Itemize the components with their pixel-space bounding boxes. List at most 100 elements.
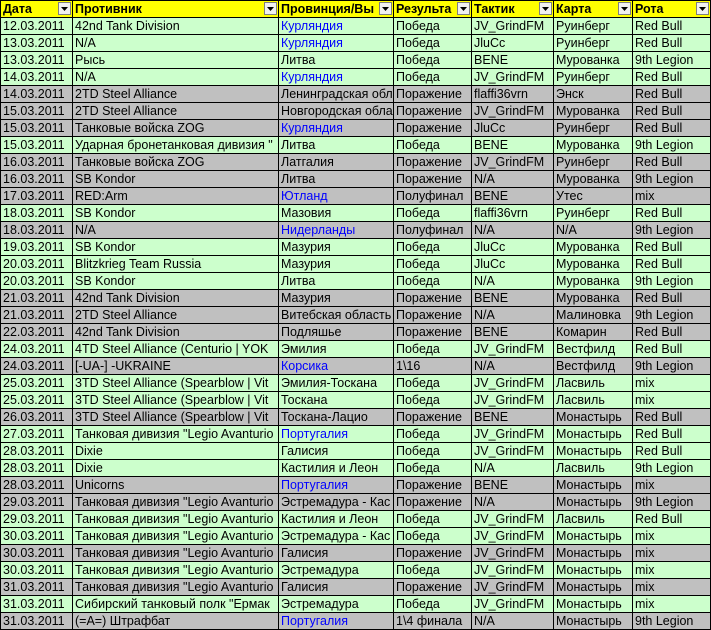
cell-tactic[interactable]: N/A bbox=[471, 357, 554, 375]
cell-date[interactable]: 16.03.2011 bbox=[0, 153, 73, 171]
cell-opponent[interactable]: 42nd Tank Division bbox=[72, 17, 279, 35]
cell-tactic[interactable]: JV_GrindFM bbox=[471, 442, 554, 460]
cell-province[interactable]: Корсика bbox=[278, 357, 394, 375]
cell-result[interactable]: Победа bbox=[393, 425, 472, 443]
cell-result[interactable]: Победа bbox=[393, 527, 472, 545]
cell-province[interactable]: Кастилия и Леон bbox=[278, 459, 394, 477]
cell-province[interactable]: Тоскана bbox=[278, 391, 394, 409]
cell-opponent[interactable]: Dixie bbox=[72, 459, 279, 477]
cell-date[interactable]: 28.03.2011 bbox=[0, 442, 73, 460]
cell-opponent[interactable]: SB Kondor bbox=[72, 204, 279, 222]
filter-dropdown-icon[interactable] bbox=[264, 2, 277, 15]
cell-company[interactable]: 9th Legion bbox=[632, 459, 711, 477]
cell-date[interactable]: 15.03.2011 bbox=[0, 119, 73, 137]
cell-tactic[interactable]: JV_GrindFM bbox=[471, 578, 554, 596]
cell-opponent[interactable]: Ударная бронетанковая дивизия " bbox=[72, 136, 279, 154]
cell-map[interactable]: Мурованка bbox=[553, 272, 633, 290]
cell-tactic[interactable]: JV_GrindFM bbox=[471, 425, 554, 443]
cell-opponent[interactable]: (=A=) Штрафбат bbox=[72, 612, 279, 630]
filter-dropdown-icon[interactable] bbox=[539, 2, 552, 15]
cell-date[interactable]: 19.03.2011 bbox=[0, 238, 73, 256]
cell-tactic[interactable]: BENE bbox=[471, 408, 554, 426]
cell-result[interactable]: Победа bbox=[393, 17, 472, 35]
cell-result[interactable]: Победа bbox=[393, 340, 472, 358]
cell-date[interactable]: 20.03.2011 bbox=[0, 255, 73, 273]
cell-company[interactable]: Red Bull bbox=[632, 85, 711, 103]
cell-tactic[interactable]: JV_GrindFM bbox=[471, 544, 554, 562]
cell-company[interactable]: Red Bull bbox=[632, 408, 711, 426]
cell-map[interactable]: Руинберг bbox=[553, 17, 633, 35]
cell-opponent[interactable]: N/A bbox=[72, 34, 279, 52]
filter-dropdown-icon[interactable] bbox=[457, 2, 470, 15]
cell-result[interactable]: Победа bbox=[393, 561, 472, 579]
cell-map[interactable]: Ласвиль bbox=[553, 374, 633, 392]
cell-map[interactable]: Монастырь bbox=[553, 544, 633, 562]
cell-company[interactable]: mix bbox=[632, 595, 711, 613]
cell-province[interactable]: Новгородская обла bbox=[278, 102, 394, 120]
cell-province[interactable]: Галисия bbox=[278, 442, 394, 460]
cell-tactic[interactable]: N/A bbox=[471, 612, 554, 630]
cell-company[interactable]: Red Bull bbox=[632, 442, 711, 460]
cell-province[interactable]: Эстремадура - Кас bbox=[278, 527, 394, 545]
cell-province[interactable]: Галисия bbox=[278, 578, 394, 596]
cell-map[interactable]: Утес bbox=[553, 187, 633, 205]
cell-company[interactable]: Red Bull bbox=[632, 323, 711, 341]
cell-opponent[interactable]: Танковая дивизия "Legio Avanturio bbox=[72, 544, 279, 562]
cell-map[interactable]: Монастырь bbox=[553, 425, 633, 443]
cell-tactic[interactable]: JV_GrindFM bbox=[471, 527, 554, 545]
cell-company[interactable]: 9th Legion bbox=[632, 51, 711, 69]
cell-map[interactable]: Комарин bbox=[553, 323, 633, 341]
cell-date[interactable]: 20.03.2011 bbox=[0, 272, 73, 290]
cell-map[interactable]: Монастырь bbox=[553, 595, 633, 613]
cell-map[interactable]: Вестфилд bbox=[553, 340, 633, 358]
cell-province[interactable]: Литва bbox=[278, 272, 394, 290]
cell-result[interactable]: Победа bbox=[393, 391, 472, 409]
cell-tactic[interactable]: JV_GrindFM bbox=[471, 391, 554, 409]
cell-date[interactable]: 31.03.2011 bbox=[0, 595, 73, 613]
cell-date[interactable]: 28.03.2011 bbox=[0, 476, 73, 494]
cell-opponent[interactable]: Unicorns bbox=[72, 476, 279, 494]
cell-opponent[interactable]: 3TD Steel Alliance (Spearblow | Vit bbox=[72, 408, 279, 426]
cell-opponent[interactable]: N/A bbox=[72, 68, 279, 86]
cell-company[interactable]: 9th Legion bbox=[632, 170, 711, 188]
cell-date[interactable]: 31.03.2011 bbox=[0, 612, 73, 630]
cell-company[interactable]: 9th Legion bbox=[632, 612, 711, 630]
cell-result[interactable]: Победа bbox=[393, 459, 472, 477]
cell-date[interactable]: 14.03.2011 bbox=[0, 68, 73, 86]
cell-result[interactable]: Поражение bbox=[393, 102, 472, 120]
cell-map[interactable]: Монастырь bbox=[553, 408, 633, 426]
cell-result[interactable]: Поражение bbox=[393, 544, 472, 562]
cell-company[interactable]: mix bbox=[632, 374, 711, 392]
cell-province[interactable]: Португалия bbox=[278, 476, 394, 494]
cell-tactic[interactable]: flaffi36vrn bbox=[471, 85, 554, 103]
cell-map[interactable]: Монастырь bbox=[553, 493, 633, 511]
cell-map[interactable]: Руинберг bbox=[553, 119, 633, 137]
cell-tactic[interactable]: BENE bbox=[471, 289, 554, 307]
cell-province[interactable]: Мазурия bbox=[278, 289, 394, 307]
cell-date[interactable]: 25.03.2011 bbox=[0, 374, 73, 392]
cell-company[interactable]: Red Bull bbox=[632, 238, 711, 256]
cell-tactic[interactable]: JV_GrindFM bbox=[471, 102, 554, 120]
cell-map[interactable]: Энск bbox=[553, 85, 633, 103]
cell-province[interactable]: Мазурия bbox=[278, 238, 394, 256]
filter-dropdown-icon[interactable] bbox=[58, 2, 71, 15]
cell-opponent[interactable]: RED:Arm bbox=[72, 187, 279, 205]
cell-province[interactable]: Курляндия bbox=[278, 68, 394, 86]
cell-date[interactable]: 25.03.2011 bbox=[0, 391, 73, 409]
cell-opponent[interactable]: Танковая дивизия "Legio Avanturio bbox=[72, 527, 279, 545]
cell-province[interactable]: Латгалия bbox=[278, 153, 394, 171]
cell-result[interactable]: Победа bbox=[393, 204, 472, 222]
cell-tactic[interactable]: flaffi36vrn bbox=[471, 204, 554, 222]
column-header-tactic[interactable]: Тактик bbox=[471, 0, 554, 18]
cell-date[interactable]: 21.03.2011 bbox=[0, 306, 73, 324]
cell-map[interactable]: Монастырь bbox=[553, 561, 633, 579]
cell-map[interactable]: Малиновка bbox=[553, 306, 633, 324]
cell-opponent[interactable]: Blitzkrieg Team Russia bbox=[72, 255, 279, 273]
cell-result[interactable]: Полуфинал bbox=[393, 221, 472, 239]
cell-company[interactable]: mix bbox=[632, 391, 711, 409]
cell-result[interactable]: Полуфинал bbox=[393, 187, 472, 205]
cell-result[interactable]: 1\4 финала bbox=[393, 612, 472, 630]
filter-dropdown-icon[interactable] bbox=[379, 2, 392, 15]
cell-result[interactable]: Поражение bbox=[393, 170, 472, 188]
cell-date[interactable]: 16.03.2011 bbox=[0, 170, 73, 188]
